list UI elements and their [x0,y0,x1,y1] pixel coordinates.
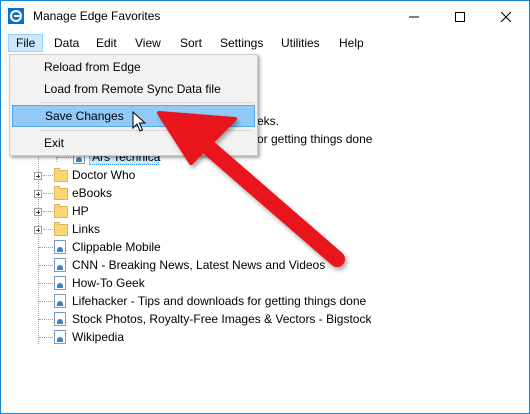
tree-connector-line [39,265,53,266]
link-label: Clippable Mobile [72,240,161,254]
menu-file[interactable]: File [8,34,44,52]
minimize-button[interactable] [391,1,437,32]
menu-item-load-remote-sync[interactable]: Load from Remote Sync Data file [12,78,255,100]
tree-connector-line [39,283,53,284]
link-page-icon [54,276,66,290]
link-label: Lifehacker - Tips and downloads for gett… [72,294,367,308]
tree-connector-line [39,247,53,248]
link-label: How-To Geek [72,276,145,290]
maximize-button[interactable] [437,1,483,32]
tree-connector-line [43,211,53,212]
link-label: Stock Photos, Royalty-Free Images & Vect… [72,312,372,326]
menu-sort[interactable]: Sort [173,34,209,52]
link-page-icon [54,258,66,272]
tree-link-row[interactable]: Lifehacker - Tips and downloads for gett… [1,292,529,310]
expand-icon[interactable] [34,172,42,180]
app-window: Manage Edge Favorites File Data Edit Vie… [0,0,530,414]
tree-link-row[interactable]: Stock Photos, Royalty-Free Images & Vect… [1,310,529,328]
menu-view[interactable]: View [128,34,168,52]
minimize-icon [409,16,419,17]
tree-connector-line [43,175,53,176]
tree-connector-line [43,193,53,194]
menu-item-reload-from-edge[interactable]: Reload from Edge [12,56,255,78]
tree-link-row[interactable]: Wikipedia [1,328,529,346]
close-icon [501,11,511,22]
link-page-icon [54,294,66,308]
expand-icon[interactable] [34,190,42,198]
window-title: Manage Edge Favorites [33,9,161,23]
mouse-cursor-icon [132,111,146,132]
title-bar: Manage Edge Favorites [1,1,529,32]
menu-settings[interactable]: Settings [213,34,270,52]
expand-icon[interactable] [34,226,42,234]
menu-bar: File Data Edit View Sort Settings Utilit… [1,32,529,54]
folder-icon [54,204,68,218]
folder-label: Links [72,222,101,236]
menu-help[interactable]: Help [332,34,371,52]
folder-label: eBooks [72,186,113,200]
tree-connector-line [57,157,71,158]
maximize-icon [455,11,465,22]
folder-icon [54,186,68,200]
link-page-icon [54,240,66,254]
tree-connector-line [39,319,53,320]
link-page-icon [54,312,66,326]
folder-label: HP [72,204,89,218]
menu-edit[interactable]: Edit [89,34,124,52]
folder-icon [54,168,68,182]
link-label: Wikipedia [72,330,125,344]
expand-icon[interactable] [34,208,42,216]
menu-data[interactable]: Data [47,34,86,52]
folder-label: Doctor Who [72,168,136,182]
tree-connector-line [39,337,53,338]
close-button[interactable] [483,1,529,32]
red-arrow-annotation-icon [157,111,345,267]
menu-utilities[interactable]: Utilities [274,34,327,52]
folder-icon [54,222,68,236]
link-page-icon [54,330,66,344]
tree-connector-line [43,229,53,230]
tree-connector-line [39,301,53,302]
edge-app-icon [8,8,24,24]
